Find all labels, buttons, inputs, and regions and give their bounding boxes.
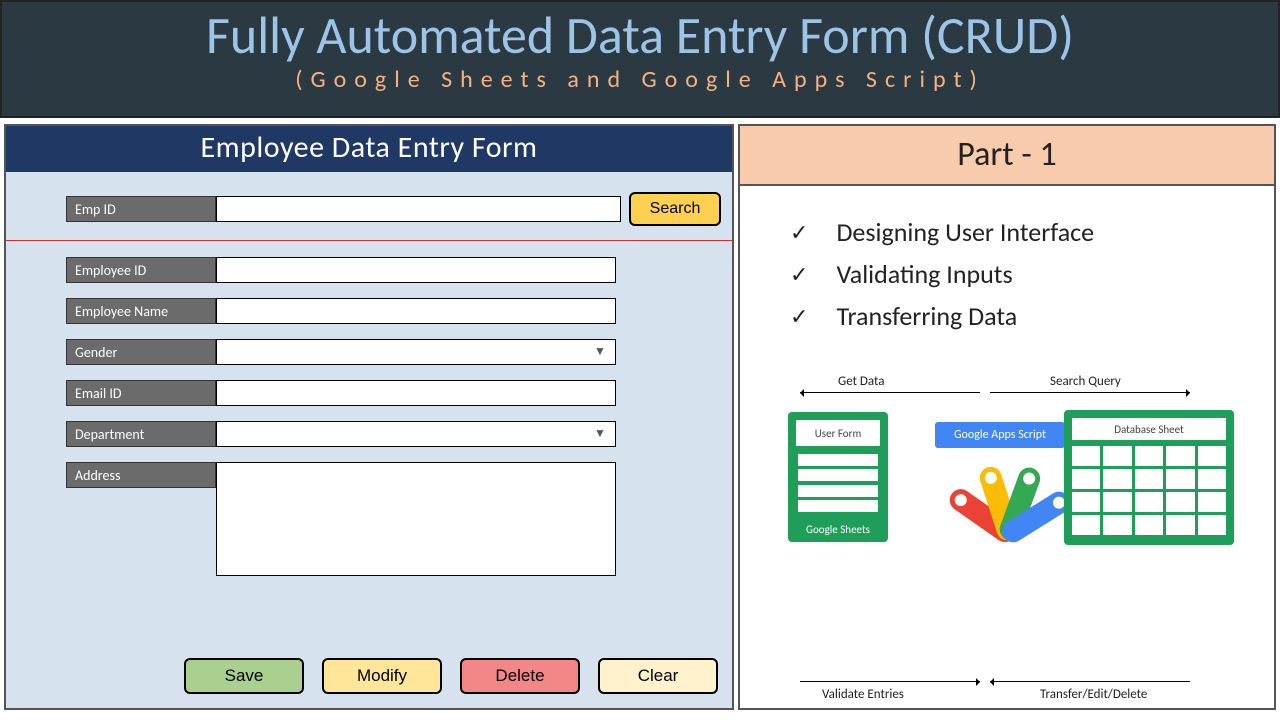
page-subtitle: (Google Sheets and Google Apps Script): [2, 65, 1278, 94]
google-apps-script-label: Google Apps Script: [935, 422, 1065, 448]
check-icon: ✓: [790, 261, 808, 288]
department-label: Department: [66, 421, 216, 447]
diagram-label-getdata: Get Data: [838, 374, 884, 389]
arrow-icon: [990, 392, 1190, 393]
save-button[interactable]: Save: [184, 658, 304, 694]
address-label: Address: [66, 462, 216, 488]
topic-list: ✓ Designing User Interface ✓ Validating In…: [790, 216, 1274, 342]
clear-button[interactable]: Clear: [598, 658, 718, 694]
email-input[interactable]: [216, 380, 616, 406]
arrow-icon: [990, 681, 1190, 682]
list-item: ✓ Validating Inputs: [790, 258, 1274, 290]
gender-label: Gender: [66, 339, 216, 365]
employee-name-input[interactable]: [216, 298, 616, 324]
check-icon: ✓: [790, 219, 808, 246]
arrow-icon: [800, 392, 980, 393]
list-item-label: Validating Inputs: [836, 258, 1012, 290]
address-textarea[interactable]: [216, 462, 616, 576]
arrow-icon: [800, 681, 980, 682]
employee-name-label: Employee Name: [66, 298, 216, 324]
list-item-label: Transferring Data: [836, 300, 1017, 332]
modify-button[interactable]: Modify: [322, 658, 442, 694]
google-sheets-form-icon: User Form Google Sheets: [788, 412, 888, 542]
gender-select[interactable]: [216, 339, 616, 365]
google-apps-script-icon: [948, 450, 1058, 550]
form-title: Employee Data Entry Form: [6, 126, 732, 172]
diagram-label-validate: Validate Entries: [822, 687, 904, 702]
diagram-dbsheet-label: Database Sheet: [1072, 418, 1226, 440]
page-title: Fully Automated Data Entry Form (CRUD): [2, 8, 1278, 63]
diagram-googlesheets-label: Google Sheets: [788, 523, 888, 536]
title-banner: Fully Automated Data Entry Form (CRUD) (…: [0, 0, 1280, 118]
department-select[interactable]: [216, 421, 616, 447]
email-label: Email ID: [66, 380, 216, 406]
architecture-diagram: Get Data Search Query Validate Entries T…: [740, 372, 1274, 708]
employee-id-input[interactable]: [216, 257, 616, 283]
list-item-label: Designing User Interface: [836, 216, 1094, 248]
divider-line: [6, 240, 732, 241]
search-empid-label: Emp ID: [66, 196, 216, 222]
search-button[interactable]: Search: [629, 192, 721, 226]
search-empid-input[interactable]: [216, 196, 621, 222]
database-sheet-icon: Database Sheet: [1064, 410, 1234, 545]
list-item: ✓ Designing User Interface: [790, 216, 1274, 248]
diagram-userform-label: User Form: [796, 420, 880, 446]
diagram-label-search: Search Query: [1050, 374, 1121, 389]
info-panel: Part - 1 ✓ Designing User Interface ✓ Vali…: [738, 124, 1276, 710]
check-icon: ✓: [790, 303, 808, 330]
employee-id-label: Employee ID: [66, 257, 216, 283]
form-panel: Employee Data Entry Form Emp ID Search E…: [4, 124, 734, 710]
part-title: Part - 1: [740, 126, 1274, 186]
delete-button[interactable]: Delete: [460, 658, 580, 694]
diagram-label-transfer: Transfer/Edit/Delete: [1040, 687, 1147, 702]
list-item: ✓ Transferring Data: [790, 300, 1274, 332]
